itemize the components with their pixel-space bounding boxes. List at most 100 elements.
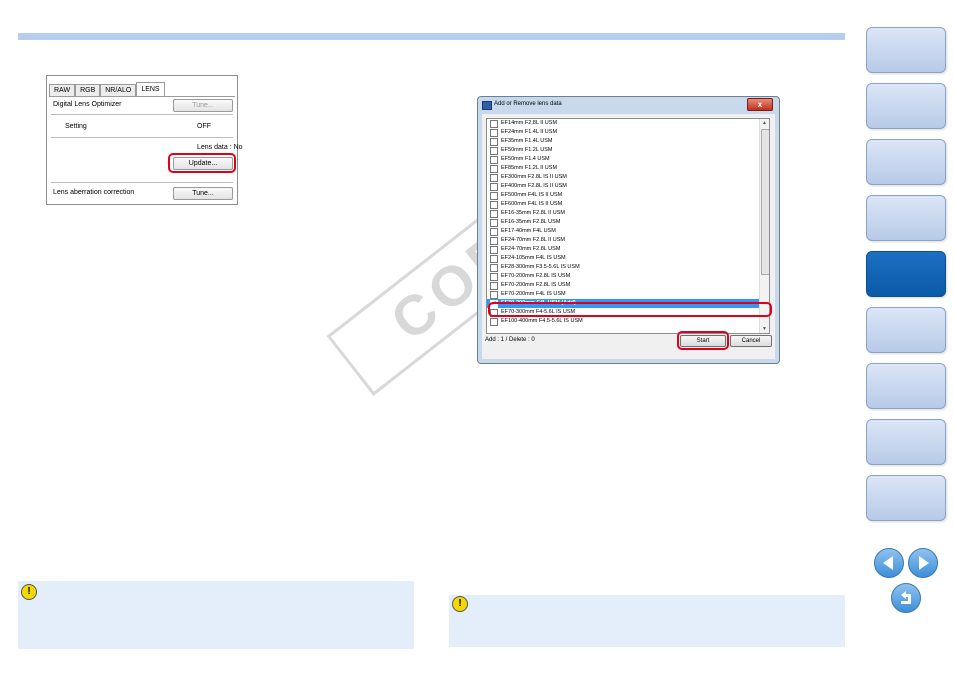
lens-checkbox[interactable] bbox=[490, 129, 498, 137]
lens-list-item[interactable]: EF70-200mm F2.8L IS USM bbox=[487, 281, 769, 290]
arrow-left-icon bbox=[883, 556, 893, 570]
lens-checkbox[interactable] bbox=[490, 120, 498, 128]
lens-list-item[interactable]: EF24-70mm F2.8L II USM bbox=[487, 236, 769, 245]
lens-checkbox[interactable] bbox=[490, 156, 498, 164]
scroll-up-icon[interactable]: ▲ bbox=[761, 119, 768, 127]
add-delete-status: Add : 1 / Delete : 0 bbox=[485, 337, 535, 343]
lens-list-item[interactable]: EF85mm F1.2L II USM bbox=[487, 164, 769, 173]
lens-list-item[interactable]: EF300mm F2.8L IS II USM bbox=[487, 173, 769, 182]
lens-checkbox[interactable] bbox=[490, 237, 498, 245]
lens-checkbox[interactable] bbox=[490, 147, 498, 155]
lens-checkbox[interactable] bbox=[490, 318, 498, 326]
lens-list-item[interactable]: EF24-70mm F2.8L USM bbox=[487, 245, 769, 254]
aberration-tune-button[interactable]: Tune... bbox=[173, 187, 233, 200]
dialog-title: Add or Remove lens data bbox=[494, 101, 562, 107]
close-button[interactable]: x bbox=[747, 98, 773, 111]
lens-name: EF400mm F2.8L IS II USM bbox=[501, 183, 567, 189]
divider bbox=[51, 182, 233, 183]
lens-name: EF85mm F1.2L II USM bbox=[501, 165, 558, 171]
lens-checkbox[interactable] bbox=[490, 138, 498, 146]
return-arrow-icon bbox=[901, 591, 911, 604]
caution-note-left: ! bbox=[18, 581, 414, 649]
lens-list-item[interactable]: EF14mm F2.8L II USM bbox=[487, 119, 769, 128]
lens-checkbox[interactable] bbox=[490, 228, 498, 236]
lens-name: EF16-35mm F2.8L USM bbox=[501, 219, 561, 225]
caution-icon: ! bbox=[452, 596, 468, 612]
lens-checkbox[interactable] bbox=[490, 165, 498, 173]
lens-list-item[interactable]: EF16-35mm F2.8L USM bbox=[487, 218, 769, 227]
scroll-thumb[interactable] bbox=[761, 129, 769, 275]
lens-checkbox[interactable] bbox=[490, 291, 498, 299]
lens-settings-panel: RAW RGB NR/ALO LENS Digital Lens Optimiz… bbox=[46, 75, 243, 205]
lens-list-item[interactable]: EF35mm F1.4L USM bbox=[487, 137, 769, 146]
lens-name: EF14mm F2.8L II USM bbox=[501, 120, 558, 126]
nav-button-2[interactable] bbox=[866, 83, 946, 129]
lens-checkbox[interactable] bbox=[490, 282, 498, 290]
nav-button-5-active[interactable] bbox=[866, 251, 946, 297]
lens-name: EF50mm F1.2L USM bbox=[501, 147, 553, 153]
start-highlight bbox=[677, 331, 729, 350]
setting-value: OFF bbox=[197, 123, 211, 130]
nav-button-7[interactable] bbox=[866, 363, 946, 409]
lens-name: EF28-300mm F3.5-5.6L IS USM bbox=[501, 264, 580, 270]
nav-button-6[interactable] bbox=[866, 307, 946, 353]
lens-list-item[interactable]: EF400mm F2.8L IS II USM bbox=[487, 182, 769, 191]
lens-checkbox[interactable] bbox=[490, 219, 498, 227]
nav-button-8[interactable] bbox=[866, 419, 946, 465]
caution-note-right: ! bbox=[449, 595, 845, 647]
lens-name: EF24-105mm F4L IS USM bbox=[501, 255, 566, 261]
nav-button-9[interactable] bbox=[866, 475, 946, 521]
lens-data-status: Lens data : No bbox=[197, 144, 243, 151]
lens-checkbox[interactable] bbox=[490, 264, 498, 272]
nav-button-4[interactable] bbox=[866, 195, 946, 241]
lens-list-item[interactable]: EF70-200mm F2.8L IS USM bbox=[487, 272, 769, 281]
lens-checkbox[interactable] bbox=[490, 246, 498, 254]
lens-name: EF35mm F1.4L USM bbox=[501, 138, 553, 144]
setting-label: Setting bbox=[65, 123, 87, 130]
list-scrollbar[interactable]: ▲ ▼ bbox=[759, 119, 769, 333]
lens-list-item[interactable]: EF24mm F1.4L II USM bbox=[487, 128, 769, 137]
aberration-label: Lens aberration correction bbox=[53, 189, 135, 196]
lens-checkbox[interactable] bbox=[490, 183, 498, 191]
lens-checkbox[interactable] bbox=[490, 192, 498, 200]
lens-name: EF24-70mm F2.8L II USM bbox=[501, 237, 565, 243]
lens-checkbox[interactable] bbox=[490, 210, 498, 218]
return-page-button[interactable] bbox=[891, 583, 921, 613]
nav-button-1[interactable] bbox=[866, 27, 946, 73]
add-remove-lens-dialog: Add or Remove lens data x EF100-400mm F4… bbox=[477, 96, 780, 364]
dlo-tune-button[interactable]: Tune... bbox=[173, 99, 233, 112]
lens-list-item[interactable]: EF28-300mm F3.5-5.6L IS USM bbox=[487, 263, 769, 272]
header-bar bbox=[18, 33, 845, 40]
lens-checkbox[interactable] bbox=[490, 174, 498, 182]
lens-list-item[interactable]: EF50mm F1.2L USM bbox=[487, 146, 769, 155]
update-highlight bbox=[168, 153, 236, 173]
caution-icon: ! bbox=[21, 584, 37, 600]
arrow-right-icon bbox=[919, 556, 929, 570]
lens-checkbox[interactable] bbox=[490, 255, 498, 263]
lens-name: EF24mm F1.4L II USM bbox=[501, 129, 558, 135]
lens-checkbox[interactable] bbox=[490, 201, 498, 209]
lens-name: EF70-200mm F2.8L IS USM bbox=[501, 282, 571, 288]
lens-list-item[interactable]: EF16-35mm F2.8L II USM bbox=[487, 209, 769, 218]
next-page-button[interactable] bbox=[908, 548, 938, 578]
lens-checkbox[interactable] bbox=[490, 273, 498, 281]
lens-list-item[interactable]: EF600mm F4L IS II USM bbox=[487, 200, 769, 209]
tab-lens[interactable]: LENS bbox=[136, 82, 165, 97]
lens-list-item[interactable]: EF50mm F1.4 USM bbox=[487, 155, 769, 164]
lens-name: EF50mm F1.4 USM bbox=[501, 156, 550, 162]
dlo-label: Digital Lens Optimizer bbox=[53, 101, 122, 108]
nav-button-3[interactable] bbox=[866, 139, 946, 185]
lens-name: EF24-70mm F2.8L USM bbox=[501, 246, 561, 252]
lens-name: EF300mm F2.8L IS II USM bbox=[501, 174, 567, 180]
cancel-button[interactable]: Cancel bbox=[730, 335, 772, 347]
dialog-body: EF100-400mm F4.5-5.6L IS USM EF70-300mm F… bbox=[482, 114, 775, 359]
lens-list-item[interactable]: EF70-200mm F4L IS USM bbox=[487, 290, 769, 299]
lens-list-item[interactable]: EF100-400mm F4.5-5.6L IS USM bbox=[487, 317, 769, 326]
lens-list-item[interactable]: EF24-105mm F4L IS USM bbox=[487, 254, 769, 263]
lens-list-item[interactable]: EF17-40mm F4L USM bbox=[487, 227, 769, 236]
app-icon bbox=[482, 101, 492, 110]
previous-page-button[interactable] bbox=[874, 548, 904, 578]
lens-name: EF500mm F4L IS II USM bbox=[501, 192, 563, 198]
scroll-down-icon[interactable]: ▼ bbox=[761, 325, 768, 333]
lens-list-item[interactable]: EF500mm F4L IS II USM bbox=[487, 191, 769, 200]
